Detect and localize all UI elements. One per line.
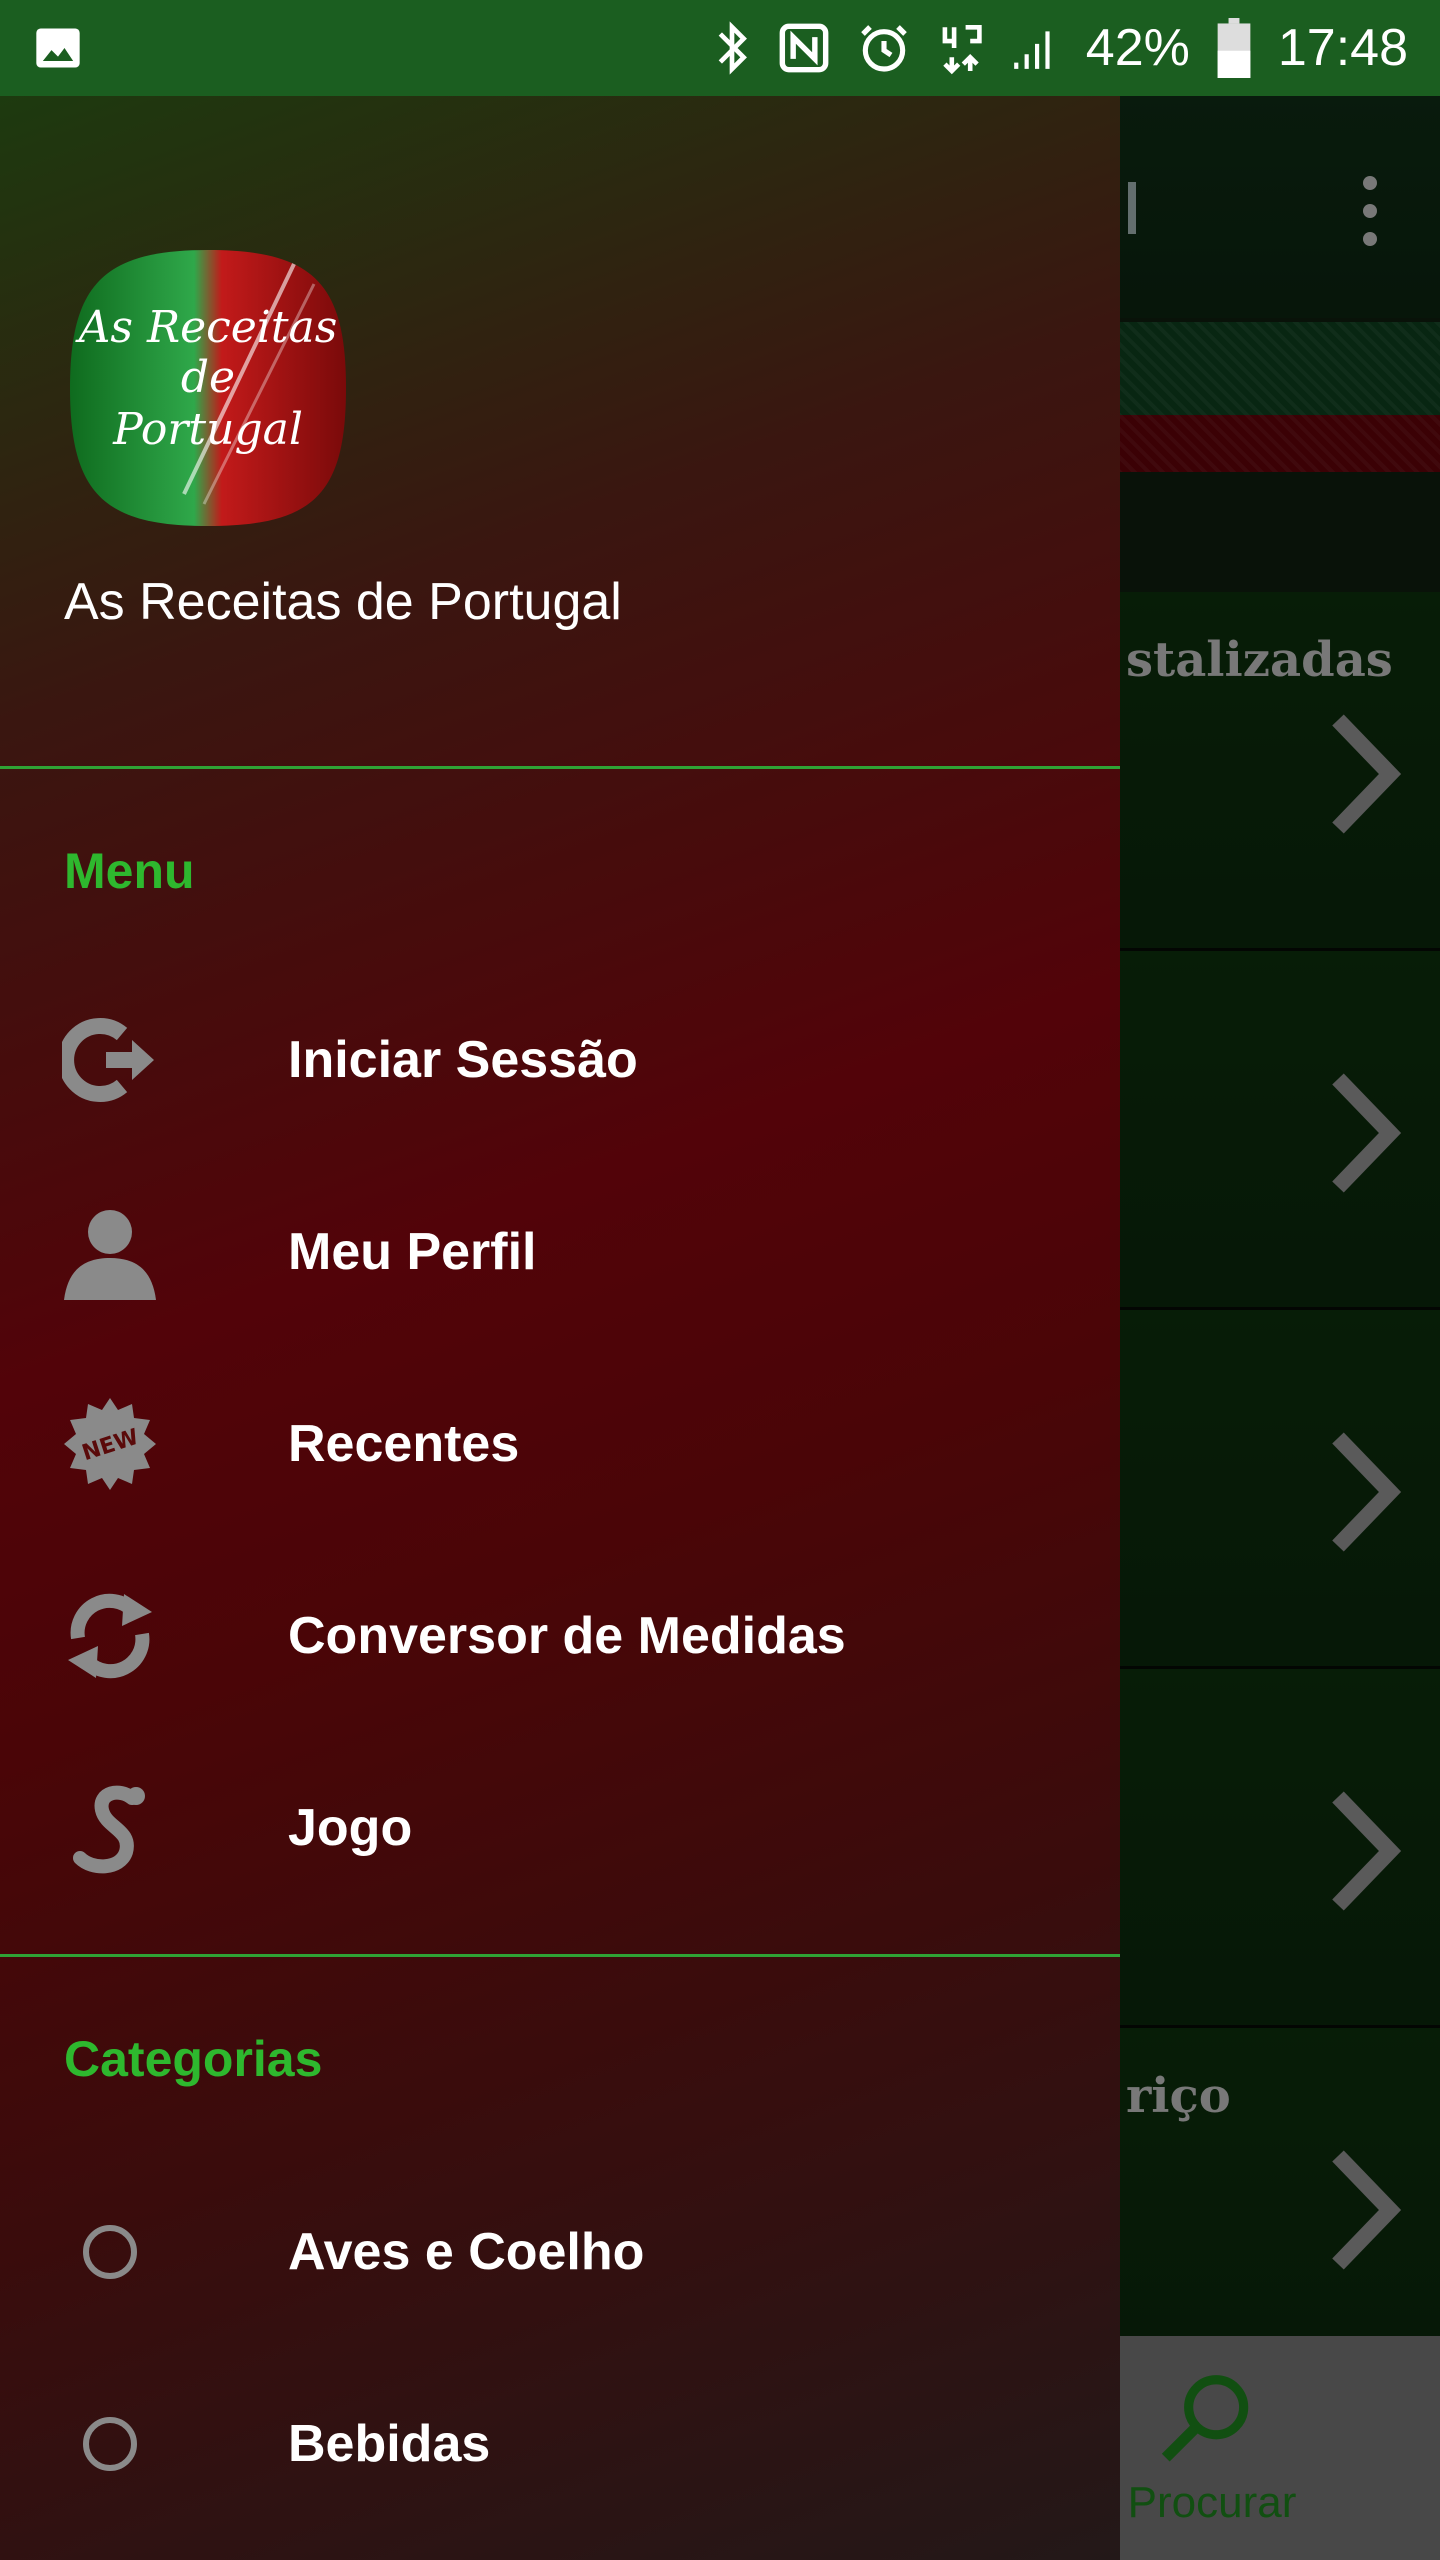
logo-text-line1: As Receitas <box>75 302 338 353</box>
menu-item-meu-perfil[interactable]: Meu Perfil <box>0 1156 1120 1348</box>
menu-item-conversor-de-medidas[interactable]: Conversor de Medidas <box>0 1540 1120 1732</box>
categories-section-title: Categorias <box>64 2031 323 2087</box>
nfc-icon <box>778 22 830 74</box>
menu-item-label: Iniciar Sessão <box>288 1031 638 1089</box>
radio-icon <box>83 2417 137 2471</box>
category-item-label: Bebidas <box>288 2415 491 2473</box>
menu-section-title: Menu <box>64 843 195 899</box>
snake-icon <box>73 1785 145 1874</box>
menu-item-label: Recentes <box>288 1415 520 1473</box>
login-icon <box>62 1018 154 1102</box>
refresh-icon <box>68 1593 152 1679</box>
menu-item-jogo[interactable]: Jogo <box>0 1732 1120 1924</box>
status-bar: 42% 17:48 <box>0 0 1440 96</box>
drawer-app-name: As Receitas de Portugal <box>64 573 622 631</box>
alarm-icon <box>856 20 912 76</box>
drawer-divider <box>0 1954 1120 1957</box>
radio-icon <box>83 2225 137 2279</box>
logo-text-line2: de <box>181 352 235 403</box>
logo-text-line3: Portugal <box>112 404 303 455</box>
battery-percent: 42% <box>1085 19 1190 77</box>
profile-icon <box>64 1210 156 1300</box>
category-item-bebidas[interactable]: Bebidas <box>0 2348 1120 2540</box>
category-item-aves-e-coelho[interactable]: Aves e Coelho <box>0 2156 1120 2348</box>
menu-item-label: Meu Perfil <box>288 1223 537 1281</box>
data-4g-icon <box>938 20 984 76</box>
navigation-drawer: As Receitas de Portugal As Receitas de P… <box>0 96 1120 2560</box>
clock: 17:48 <box>1277 19 1408 77</box>
image-icon <box>32 22 84 74</box>
drawer-header: As Receitas de Portugal As Receitas de P… <box>0 96 1120 768</box>
drawer-divider <box>0 766 1120 769</box>
menu-item-label: Conversor de Medidas <box>288 1607 846 1665</box>
new-badge-icon: NEW <box>64 1398 156 1490</box>
signal-icon <box>1010 23 1060 73</box>
app-logo: As Receitas de Portugal <box>70 250 346 526</box>
battery-icon <box>1216 18 1252 78</box>
bluetooth-icon <box>712 20 752 76</box>
menu-item-iniciar-sessao[interactable]: Iniciar Sessão <box>0 964 1120 1156</box>
menu-item-recentes[interactable]: NEW Recentes <box>0 1348 1120 1540</box>
menu-item-label: Jogo <box>288 1799 413 1857</box>
category-item-label: Aves e Coelho <box>288 2223 645 2281</box>
